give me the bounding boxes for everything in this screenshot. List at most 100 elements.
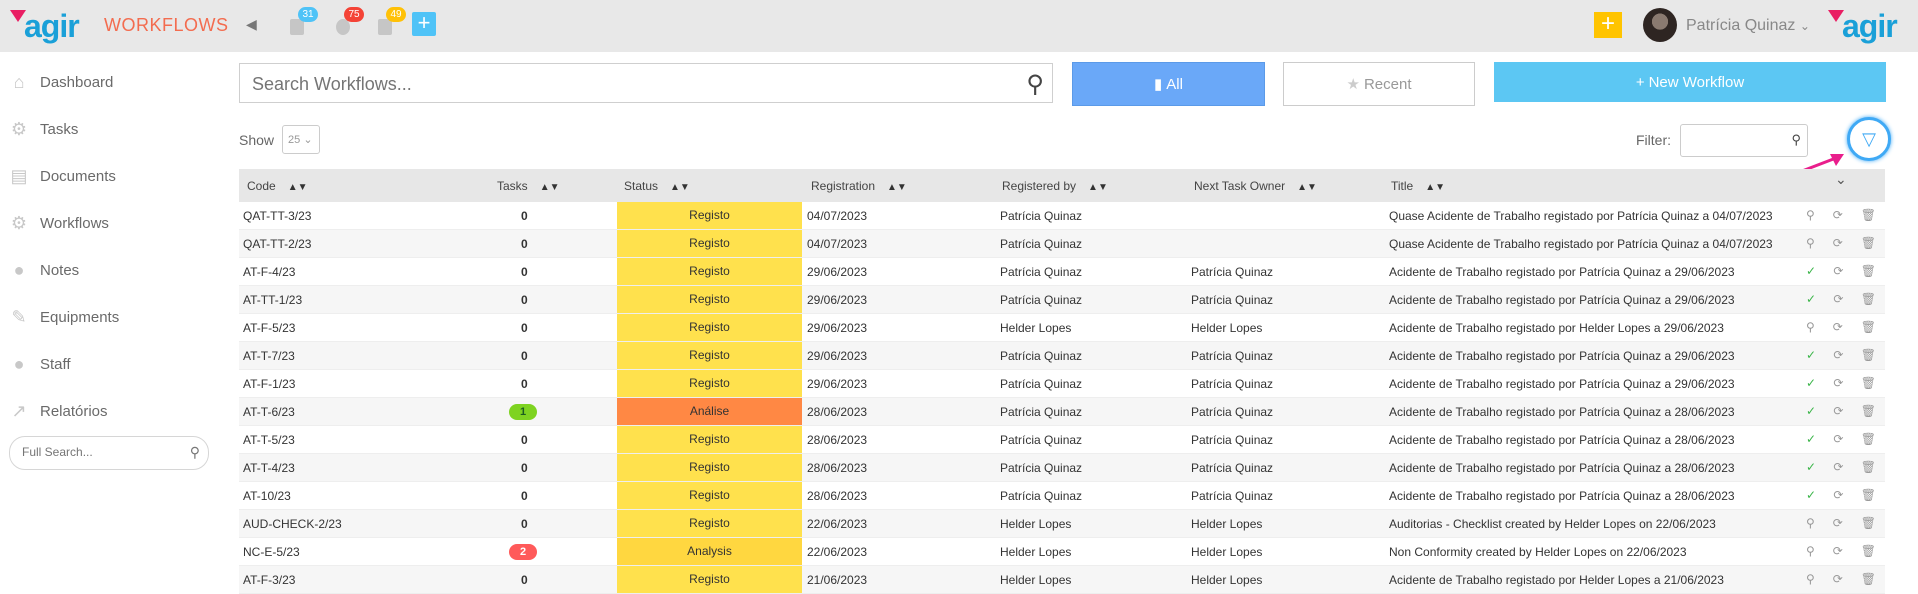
code-cell[interactable]: AT-F-4/23 bbox=[243, 265, 295, 279]
expand-chevron-icon[interactable]: ⌄ bbox=[1835, 171, 1847, 188]
trash-icon[interactable]: 🗑 bbox=[1861, 432, 1876, 446]
check-icon[interactable]: ✓ bbox=[1806, 404, 1816, 418]
table-row[interactable]: AUD-CHECK-2/23 0 Registo 22/06/2023 Helder L… bbox=[239, 510, 1885, 538]
full-search-input[interactable] bbox=[20, 444, 174, 460]
trash-icon[interactable]: 🗑 bbox=[1861, 236, 1876, 250]
table-row[interactable]: NC-E-5/23 2 Analysis 22/06/2023 Helder Lopes… bbox=[239, 538, 1885, 566]
code-cell[interactable]: AT-T-5/23 bbox=[243, 433, 295, 447]
table-row[interactable]: AT-F-3/23 0 Registo 21/06/2023 Helder Lopes H… bbox=[239, 566, 1885, 594]
avatar[interactable] bbox=[1643, 8, 1677, 42]
header-registered-by[interactable]: Registered by ▲▼ bbox=[1002, 179, 1108, 193]
table-row[interactable]: AT-TT-1/23 0 Registo 29/06/2023 Patrícia Qui… bbox=[239, 286, 1885, 314]
sidebar-item-dashboard[interactable]: ⌂ Dashboard bbox=[8, 68, 114, 96]
refresh-icon[interactable]: ⟳ bbox=[1833, 572, 1843, 586]
header-tasks[interactable]: Tasks ▲▼ bbox=[497, 179, 559, 193]
search-icon[interactable]: ⚲ bbox=[1806, 236, 1815, 250]
trash-icon[interactable]: 🗑 bbox=[1861, 488, 1876, 502]
filter-funnel-button[interactable]: ▽ bbox=[1847, 117, 1891, 161]
code-cell[interactable]: AT-10/23 bbox=[243, 489, 291, 503]
header-status[interactable]: Status ▲▼ bbox=[624, 179, 690, 193]
code-cell[interactable]: QAT-TT-2/23 bbox=[243, 237, 311, 251]
code-cell[interactable]: QAT-TT-3/23 bbox=[243, 209, 311, 223]
add-plus-icon[interactable]: + bbox=[412, 12, 436, 36]
table-row[interactable]: QAT-TT-2/23 0 Registo 04/07/2023 Patrícia Qu… bbox=[239, 230, 1885, 258]
table-row[interactable]: AT-F-1/23 0 Registo 29/06/2023 Patrícia Quin… bbox=[239, 370, 1885, 398]
recent-button[interactable]: ★ Recent bbox=[1283, 62, 1475, 106]
code-cell[interactable]: NC-E-5/23 bbox=[243, 545, 300, 559]
refresh-icon[interactable]: ⟳ bbox=[1833, 264, 1843, 278]
sidebar-item-equipments[interactable]: ✎ Equipments bbox=[8, 303, 119, 331]
sidebar-item-relatorios[interactable]: ↗ Relatórios bbox=[8, 397, 107, 425]
table-row[interactable]: AT-T-5/23 0 Registo 28/06/2023 Patrícia Quin… bbox=[239, 426, 1885, 454]
refresh-icon[interactable]: ⟳ bbox=[1833, 404, 1843, 418]
refresh-icon[interactable]: ⟳ bbox=[1833, 320, 1843, 334]
refresh-icon[interactable]: ⟳ bbox=[1833, 544, 1843, 558]
page-size-select[interactable]: 25 ⌄ bbox=[282, 125, 320, 154]
task-count-badge[interactable]: 1 bbox=[509, 404, 537, 420]
code-cell[interactable]: AT-F-3/23 bbox=[243, 573, 295, 587]
table-row[interactable]: QAT-TT-3/23 0 Registo 04/07/2023 Patrícia Qu… bbox=[239, 202, 1885, 230]
search-icon[interactable]: ⚲ bbox=[1806, 208, 1815, 222]
all-button[interactable]: ▮ All bbox=[1072, 62, 1265, 106]
search-icon[interactable]: ⚲ bbox=[190, 444, 200, 461]
code-cell[interactable]: AUD-CHECK-2/23 bbox=[243, 517, 342, 531]
quick-add-button[interactable]: + bbox=[1594, 12, 1622, 38]
trash-icon[interactable]: 🗑 bbox=[1861, 264, 1876, 278]
check-icon[interactable]: ✓ bbox=[1806, 488, 1816, 502]
refresh-icon[interactable]: ⟳ bbox=[1833, 348, 1843, 362]
check-icon[interactable]: ✓ bbox=[1806, 292, 1816, 306]
header-code[interactable]: Code ▲▼ bbox=[247, 179, 307, 193]
collapse-sidebar-icon[interactable]: ◀ bbox=[246, 16, 257, 33]
refresh-icon[interactable]: ⟳ bbox=[1833, 432, 1843, 446]
document-icon[interactable]: 49 bbox=[376, 7, 406, 36]
header-registration[interactable]: Registration ▲▼ bbox=[811, 179, 907, 193]
search-icon[interactable]: ⚲ bbox=[1806, 320, 1815, 334]
code-cell[interactable]: AT-TT-1/23 bbox=[243, 293, 302, 307]
table-row[interactable]: AT-F-4/23 0 Registo 29/06/2023 Patrícia Quin… bbox=[239, 258, 1885, 286]
refresh-icon[interactable]: ⟳ bbox=[1833, 208, 1843, 222]
check-icon[interactable]: ✓ bbox=[1806, 264, 1816, 278]
new-workflow-button[interactable]: + New Workflow bbox=[1494, 62, 1886, 102]
check-icon[interactable]: ✓ bbox=[1806, 376, 1816, 390]
refresh-icon[interactable]: ⟳ bbox=[1833, 488, 1843, 502]
sidebar-item-notes[interactable]: ● Notes bbox=[8, 256, 80, 284]
trash-icon[interactable]: 🗑 bbox=[1861, 460, 1876, 474]
code-cell[interactable]: AT-T-6/23 bbox=[243, 405, 295, 419]
trash-icon[interactable]: 🗑 bbox=[1861, 376, 1876, 390]
table-row[interactable]: AT-T-6/23 1 Análise 28/06/2023 Patrícia Quin… bbox=[239, 398, 1885, 426]
check-icon[interactable]: ✓ bbox=[1806, 432, 1816, 446]
check-icon[interactable]: ✓ bbox=[1806, 348, 1816, 362]
trash-icon[interactable]: 🗑 bbox=[1861, 208, 1876, 222]
search-icon[interactable]: ⚲ bbox=[1806, 516, 1815, 530]
trash-icon[interactable]: 🗑 bbox=[1861, 572, 1876, 586]
gear-icon[interactable]: 75 bbox=[334, 7, 364, 36]
calendar-icon[interactable]: 31 bbox=[288, 7, 318, 36]
refresh-icon[interactable]: ⟳ bbox=[1833, 516, 1843, 530]
refresh-icon[interactable]: ⟳ bbox=[1833, 460, 1843, 474]
task-count-badge[interactable]: 2 bbox=[509, 544, 537, 560]
refresh-icon[interactable]: ⟳ bbox=[1833, 376, 1843, 390]
user-menu[interactable]: Patrícia Quinaz ⌄ bbox=[1686, 17, 1810, 35]
trash-icon[interactable]: 🗑 bbox=[1861, 292, 1876, 306]
trash-icon[interactable]: 🗑 bbox=[1861, 348, 1876, 362]
trash-icon[interactable]: 🗑 bbox=[1861, 320, 1876, 334]
table-row[interactable]: AT-F-5/23 0 Registo 29/06/2023 Helder Lopes H… bbox=[239, 314, 1885, 342]
header-title[interactable]: Title ▲▼ bbox=[1391, 179, 1445, 193]
code-cell[interactable]: AT-F-1/23 bbox=[243, 377, 295, 391]
search-icon[interactable]: ⚲ bbox=[1806, 572, 1815, 586]
code-cell[interactable]: AT-F-5/23 bbox=[243, 321, 295, 335]
sidebar-item-documents[interactable]: ▤ Documents bbox=[8, 162, 115, 190]
sidebar-item-staff[interactable]: ● Staff bbox=[8, 350, 71, 378]
refresh-icon[interactable]: ⟳ bbox=[1833, 236, 1843, 250]
sidebar-item-tasks[interactable]: ⚙ Tasks bbox=[8, 115, 78, 143]
table-row[interactable]: AT-T-7/23 0 Registo 29/06/2023 Patrícia Quin… bbox=[239, 342, 1885, 370]
trash-icon[interactable]: 🗑 bbox=[1861, 516, 1876, 530]
refresh-icon[interactable]: ⟳ bbox=[1833, 292, 1843, 306]
table-row[interactable]: AT-T-4/23 0 Registo 28/06/2023 Patrícia Quin… bbox=[239, 454, 1885, 482]
code-cell[interactable]: AT-T-4/23 bbox=[243, 461, 295, 475]
search-icon[interactable]: ⚲ bbox=[1806, 544, 1815, 558]
check-icon[interactable]: ✓ bbox=[1806, 460, 1816, 474]
agir-logo[interactable]: agir bbox=[10, 8, 80, 45]
header-next-owner[interactable]: Next Task Owner ▲▼ bbox=[1194, 179, 1317, 193]
code-cell[interactable]: AT-T-7/23 bbox=[243, 349, 295, 363]
